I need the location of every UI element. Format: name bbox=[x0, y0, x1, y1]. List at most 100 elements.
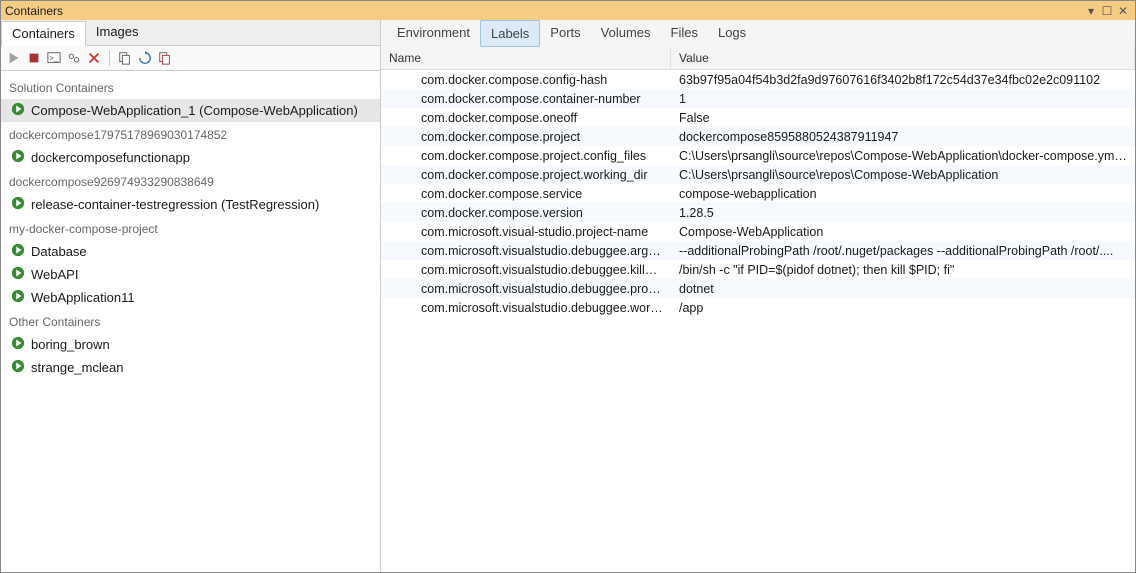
right-pane: EnvironmentLabelsPortsVolumesFilesLogs N… bbox=[381, 20, 1135, 572]
container-item[interactable]: WebApplication11 bbox=[1, 286, 380, 309]
label-row[interactable]: com.microsoft.visual-studio.project-name… bbox=[381, 222, 1135, 241]
tab-ports[interactable]: Ports bbox=[540, 20, 590, 47]
container-label: WebApplication11 bbox=[31, 290, 135, 305]
left-tabs: Containers Images bbox=[1, 20, 380, 45]
label-row[interactable]: com.microsoft.visualstudio.debuggee.work… bbox=[381, 298, 1135, 317]
prune-icon[interactable] bbox=[156, 49, 174, 67]
play-icon bbox=[11, 196, 25, 213]
svg-text:>_: >_ bbox=[50, 56, 58, 63]
container-item[interactable]: boring_brown bbox=[1, 333, 380, 356]
container-item[interactable]: Compose-WebApplication_1 (Compose-WebApp… bbox=[1, 99, 380, 122]
label-name: com.docker.compose.service bbox=[381, 186, 671, 202]
label-name: com.microsoft.visualstudio.debuggee.argu… bbox=[381, 243, 671, 259]
play-icon bbox=[11, 102, 25, 119]
grid-body[interactable]: com.docker.compose.config-hash63b97f95a0… bbox=[381, 70, 1135, 572]
play-icon bbox=[11, 243, 25, 260]
play-icon bbox=[11, 289, 25, 306]
label-name: com.microsoft.visualstudio.debuggee.kill… bbox=[381, 262, 671, 278]
tab-labels[interactable]: Labels bbox=[480, 20, 540, 47]
label-name: com.docker.compose.version bbox=[381, 205, 671, 221]
stop-icon[interactable] bbox=[25, 49, 43, 67]
label-name: com.docker.compose.oneoff bbox=[381, 110, 671, 126]
container-tree[interactable]: Solution Containers Compose-WebApplicatio… bbox=[1, 71, 380, 572]
container-label: Database bbox=[31, 244, 87, 259]
tab-logs[interactable]: Logs bbox=[708, 20, 756, 47]
play-icon bbox=[11, 336, 25, 353]
container-label: WebAPI bbox=[31, 267, 78, 282]
play-icon bbox=[11, 149, 25, 166]
delete-icon[interactable] bbox=[85, 49, 103, 67]
tab-files[interactable]: Files bbox=[661, 20, 708, 47]
label-row[interactable]: com.docker.compose.version1.28.5 bbox=[381, 203, 1135, 222]
column-name[interactable]: Name bbox=[381, 47, 671, 69]
container-label: release-container-testregression (TestRe… bbox=[31, 197, 319, 212]
tab-environment[interactable]: Environment bbox=[387, 20, 480, 47]
play-icon bbox=[11, 266, 25, 283]
label-row[interactable]: com.docker.compose.container-number1 bbox=[381, 89, 1135, 108]
labels-grid: Name Value com.docker.compose.config-has… bbox=[381, 47, 1135, 572]
label-row[interactable]: com.docker.compose.config-hash63b97f95a0… bbox=[381, 70, 1135, 89]
label-row[interactable]: com.docker.compose.projectdockercompose8… bbox=[381, 127, 1135, 146]
label-row[interactable]: com.docker.compose.project.config_filesC… bbox=[381, 146, 1135, 165]
label-value: dotnet bbox=[671, 281, 1135, 297]
settings-icon[interactable] bbox=[65, 49, 83, 67]
label-row[interactable]: com.docker.compose.oneoffFalse bbox=[381, 108, 1135, 127]
dropdown-icon[interactable]: ▾ bbox=[1083, 4, 1099, 18]
label-value: dockercompose8595880524387911947 bbox=[671, 129, 1135, 145]
label-name: com.docker.compose.project bbox=[381, 129, 671, 145]
label-row[interactable]: com.microsoft.visualstudio.debuggee.kill… bbox=[381, 260, 1135, 279]
container-label: Compose-WebApplication_1 (Compose-WebApp… bbox=[31, 103, 358, 118]
container-item[interactable]: release-container-testregression (TestRe… bbox=[1, 193, 380, 216]
label-value: /app bbox=[671, 300, 1135, 316]
label-value: False bbox=[671, 110, 1135, 126]
containers-window: Containers ▾ ☐ ✕ Containers Images >_ bbox=[0, 0, 1136, 573]
title-bar[interactable]: Containers ▾ ☐ ✕ bbox=[1, 1, 1135, 20]
label-value: --additionalProbingPath /root/.nuget/pac… bbox=[671, 243, 1135, 259]
maximize-icon[interactable]: ☐ bbox=[1099, 4, 1115, 18]
right-tabs: EnvironmentLabelsPortsVolumesFilesLogs bbox=[381, 20, 1135, 47]
group-header: my-docker-compose-project bbox=[1, 216, 380, 240]
label-name: com.microsoft.visualstudio.debuggee.prog… bbox=[381, 281, 671, 297]
container-item[interactable]: WebAPI bbox=[1, 263, 380, 286]
label-row[interactable]: com.docker.compose.servicecompose-webapp… bbox=[381, 184, 1135, 203]
label-value: 1 bbox=[671, 91, 1135, 107]
close-icon[interactable]: ✕ bbox=[1115, 4, 1131, 18]
tab-containers[interactable]: Containers bbox=[1, 21, 86, 46]
label-name: com.docker.compose.project.working_dir bbox=[381, 167, 671, 183]
column-value[interactable]: Value bbox=[671, 47, 1135, 69]
group-header: dockercompose17975178969030174852 bbox=[1, 122, 380, 146]
terminal-icon[interactable]: >_ bbox=[45, 49, 63, 67]
label-name: com.docker.compose.container-number bbox=[381, 91, 671, 107]
left-pane: Containers Images >_ bbox=[1, 20, 381, 572]
container-label: boring_brown bbox=[31, 337, 110, 352]
container-item[interactable]: dockercomposefunctionapp bbox=[1, 146, 380, 169]
label-name: com.microsoft.visualstudio.debuggee.work… bbox=[381, 300, 671, 316]
label-row[interactable]: com.docker.compose.project.working_dirC:… bbox=[381, 165, 1135, 184]
label-value: Compose-WebApplication bbox=[671, 224, 1135, 240]
grid-header[interactable]: Name Value bbox=[381, 47, 1135, 70]
label-name: com.docker.compose.config-hash bbox=[381, 72, 671, 88]
refresh-icon[interactable] bbox=[136, 49, 154, 67]
label-name: com.docker.compose.project.config_files bbox=[381, 148, 671, 164]
label-row[interactable]: com.microsoft.visualstudio.debuggee.prog… bbox=[381, 279, 1135, 298]
group-header: Other Containers bbox=[1, 309, 380, 333]
tab-volumes[interactable]: Volumes bbox=[591, 20, 661, 47]
label-value: C:\Users\prsangli\source\repos\Compose-W… bbox=[671, 148, 1135, 164]
label-row[interactable]: com.microsoft.visualstudio.debuggee.argu… bbox=[381, 241, 1135, 260]
start-icon[interactable] bbox=[5, 49, 23, 67]
play-icon bbox=[11, 359, 25, 376]
toolbar: >_ bbox=[1, 45, 380, 71]
window-title: Containers bbox=[5, 4, 1083, 18]
group-header: Solution Containers bbox=[1, 75, 380, 99]
label-value: compose-webapplication bbox=[671, 186, 1135, 202]
container-item[interactable]: Database bbox=[1, 240, 380, 263]
tab-images[interactable]: Images bbox=[86, 20, 149, 45]
copy-icon[interactable] bbox=[116, 49, 134, 67]
label-name: com.microsoft.visual-studio.project-name bbox=[381, 224, 671, 240]
label-value: /bin/sh -c "if PID=$(pidof dotnet); then… bbox=[671, 262, 1135, 278]
container-label: strange_mclean bbox=[31, 360, 124, 375]
label-value: 1.28.5 bbox=[671, 205, 1135, 221]
group-header: dockercompose926974933290838649 bbox=[1, 169, 380, 193]
label-value: C:\Users\prsangli\source\repos\Compose-W… bbox=[671, 167, 1135, 183]
container-item[interactable]: strange_mclean bbox=[1, 356, 380, 379]
